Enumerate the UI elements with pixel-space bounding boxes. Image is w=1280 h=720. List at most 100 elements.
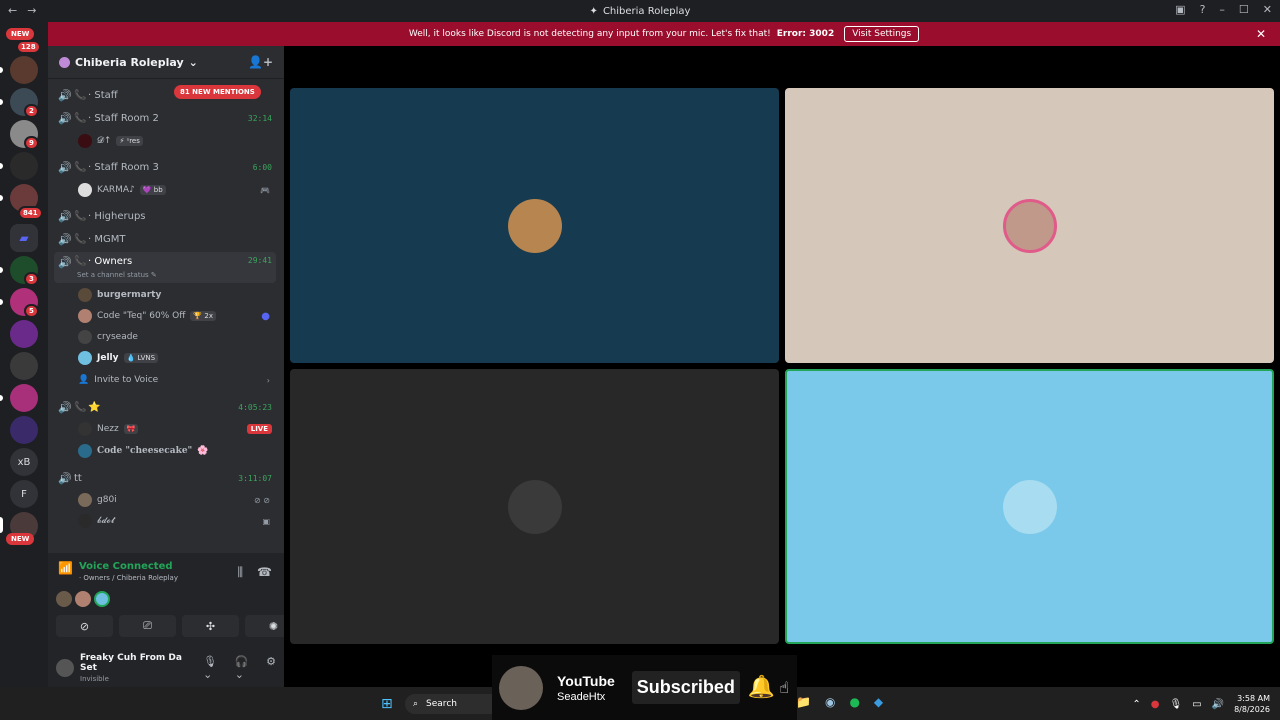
microphone-icon[interactable]: 🎙 (1169, 699, 1182, 710)
close-icon[interactable]: ✕ (1263, 3, 1272, 16)
call-timer: 29:41 (247, 256, 272, 265)
participant-tile-speaking[interactable] (785, 369, 1274, 644)
avatar[interactable] (94, 591, 110, 607)
invite-icon: 👤 (78, 375, 90, 385)
noise-suppression-icon[interactable]: ⫼ (238, 565, 244, 580)
avatar[interactable] (56, 658, 74, 677)
back-arrow-icon[interactable]: ← (8, 4, 17, 17)
minimize-icon[interactable]: – (1219, 3, 1225, 16)
windows-start-icon[interactable]: ⊞ (381, 696, 393, 712)
server-badge: 2 (24, 104, 39, 118)
nav-controls: ← → (8, 4, 36, 17)
camera-off-button[interactable]: ⊘ (56, 615, 113, 637)
subscribed-button[interactable]: Subscribed (631, 671, 740, 704)
banner-error-code: Error: 3002 (776, 29, 835, 39)
user-tag: 💧 LVNS (123, 353, 159, 363)
chevron-up-icon[interactable]: ⌃ (1132, 699, 1140, 710)
headphones-icon[interactable]: 🎧⌄ (235, 655, 256, 681)
network-icon[interactable]: ▭ (1192, 699, 1201, 710)
activities-icon: ✣ (205, 619, 216, 633)
voice-channel[interactable]: 🔊 📞 ⭐ 4:05:23 (54, 397, 276, 417)
spotify-icon[interactable]: ● (849, 695, 859, 709)
volume-icon[interactable]: 🔊 (1212, 699, 1224, 710)
help-icon[interactable]: ? (1200, 3, 1206, 16)
window-title: ✦ Chiberia Roleplay (589, 5, 691, 17)
voice-channel[interactable]: 🔊 tt 3:11:07 (54, 468, 276, 488)
folder-icon[interactable]: ▰ (10, 224, 38, 252)
maximize-icon[interactable]: ☐ (1239, 3, 1249, 16)
new-unreads-pill[interactable]: NEW (6, 533, 35, 545)
server-icon[interactable] (10, 152, 38, 180)
server-icon[interactable] (10, 416, 38, 444)
microphone-icon[interactable]: 🎙⌄ (203, 655, 225, 681)
disconnect-icon[interactable]: ☎ (257, 565, 272, 580)
voice-user[interactable]: Nezz 🎀 LIVE (78, 420, 274, 438)
user-tag: 🎀 (123, 424, 139, 434)
voice-channel[interactable]: 🔊 📞 · Staff Room 2 32:14 (54, 108, 276, 128)
avatar (78, 134, 92, 148)
participant-tile[interactable] (290, 369, 779, 644)
phone-icon: 📞 (74, 233, 87, 245)
vscode-icon[interactable]: ◆ (874, 695, 883, 709)
invite-people-icon[interactable]: 👤+ (248, 55, 273, 69)
voice-channel[interactable]: 🔊 📞 · Staff Room 3 6:00 (54, 157, 276, 177)
server-icon[interactable]: xB (10, 448, 38, 476)
voice-channel[interactable]: 🔊 📞 · Higherups (54, 206, 276, 226)
voice-user[interactable]: Code "cheesecake" 🌸 (78, 442, 274, 460)
forward-arrow-icon[interactable]: → (27, 4, 36, 17)
unread-pill (0, 163, 3, 169)
speaker-icon: 🔊 (58, 256, 72, 269)
voice-stage (284, 46, 1280, 687)
user-controls: 🎙⌄ 🎧⌄ ⚙ (203, 655, 276, 681)
server-icon[interactable] (10, 56, 38, 84)
server-icon[interactable]: F (10, 480, 38, 508)
inbox-icon[interactable]: ▣ (1175, 3, 1185, 16)
unread-pill (0, 267, 3, 273)
avatar[interactable] (56, 591, 72, 607)
new-unreads-pill[interactable]: NEW (6, 28, 35, 40)
live-badge: LIVE (246, 424, 272, 434)
voice-user[interactable]: Jelly 💧 LVNS (78, 349, 274, 367)
server-glyph-icon: ✦ (589, 5, 598, 17)
visit-settings-button[interactable]: Visit Settings (844, 26, 920, 42)
avatar (78, 288, 92, 302)
speaker-icon: 🔊 (58, 471, 72, 485)
channel-status-hint[interactable]: Set a channel status ✎ (77, 271, 157, 279)
title-bar: ← → ✦ Chiberia Roleplay ▣ ? – ☐ ✕ (0, 0, 1280, 22)
close-icon[interactable]: ✕ (1256, 27, 1266, 41)
server-badge: 128 (16, 40, 41, 54)
voice-connected-channel[interactable]: · Owners / Chiberia Roleplay (79, 574, 178, 582)
steam-icon[interactable]: ◉ (825, 695, 835, 709)
participant-tile[interactable] (290, 88, 779, 363)
server-icon[interactable] (10, 320, 38, 348)
voice-user[interactable]: cryseade (78, 328, 274, 346)
voice-user[interactable]: 𝓫𝓭𝓸𝓽 ▣ (78, 512, 274, 530)
gear-icon[interactable]: ⚙ (266, 655, 276, 681)
voice-user[interactable]: KARMA♪ 💜 bb 🎮 (78, 181, 274, 199)
bell-icon[interactable]: 🔔 (748, 675, 775, 700)
activities-button[interactable]: ✣ (182, 615, 239, 637)
participant-tile[interactable] (785, 88, 1274, 363)
invite-to-voice[interactable]: 👤 Invite to Voice › (78, 371, 274, 389)
voice-channel[interactable]: 🔊 📞 · MGMT (54, 229, 276, 249)
speaker-icon: 🔊 (58, 209, 72, 223)
server-icon[interactable] (10, 352, 38, 380)
voice-user[interactable]: 𝓓↑ ⚡ ˢres (78, 132, 274, 150)
channel-name: SeadeHtx (557, 690, 606, 703)
voice-user[interactable]: burgermarty (78, 286, 274, 304)
user-name: Freaky Cuh From Da Set (80, 652, 182, 673)
voice-user[interactable]: g80i ⊘ ⊘ (78, 491, 274, 509)
screen-share-button[interactable]: ⎚ (119, 615, 176, 637)
server-icon[interactable] (10, 384, 38, 412)
clock[interactable]: 3:58 AM 8/8/2026 (1234, 693, 1270, 715)
server-list: NEW 128 2 9 841 ▰ 3 5 xB F NEW (0, 22, 48, 687)
voice-user[interactable]: Code "Teq" 60% Off 🏆 2x ● (78, 307, 274, 325)
avatar (78, 183, 92, 197)
voice-channel[interactable]: 🔊 📞 · Staff (54, 85, 276, 105)
discord-tray-icon[interactable]: ● (1151, 699, 1160, 710)
avatar[interactable] (75, 591, 91, 607)
guild-header[interactable]: Chiberia Roleplay ⌄ 👤+ (48, 46, 284, 79)
voice-connected-title: Voice Connected (78, 561, 173, 572)
file-explorer-icon[interactable]: 📁 (796, 695, 811, 709)
signal-icon[interactable]: 📶 (58, 561, 73, 575)
